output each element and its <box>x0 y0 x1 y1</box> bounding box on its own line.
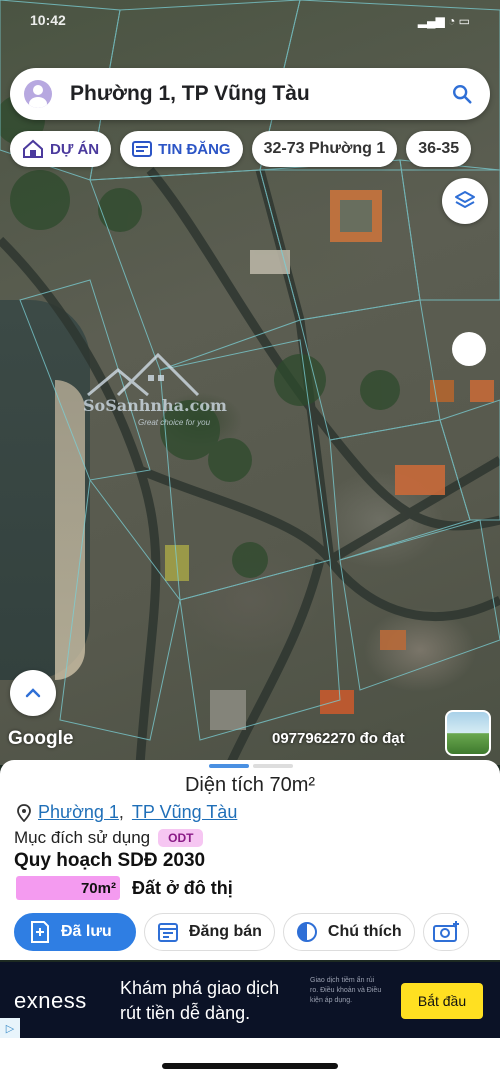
watermark-logo: SoSanhnha.com Great choice for you <box>78 350 228 427</box>
purpose-label: Mục đích sử dụng <box>14 828 151 847</box>
ad-fine-print: Giao dịch tiềm ẩn rủi ro. Điều khoản và … <box>310 977 382 1004</box>
expand-up-button[interactable] <box>10 670 56 716</box>
ad-message: Khám phá giao dịch rút tiền dễ dàng. <box>120 976 279 1026</box>
search-input[interactable]: Phường 1, TP Vũng Tàu <box>70 82 440 106</box>
ad-line-1: Khám phá giao dịch <box>120 978 280 998</box>
camera-plus-icon <box>432 921 459 942</box>
calendar-icon <box>158 923 178 942</box>
location-line: Phường 1 , TP Vũng Tàu <box>16 802 237 823</box>
chip-plot-label: 36-35 <box>418 140 460 157</box>
layers-icon <box>455 191 475 208</box>
status-time: 10:42 <box>30 12 66 28</box>
legend-button[interactable]: Chú thích <box>282 913 415 951</box>
camera-button[interactable] <box>422 913 469 951</box>
plan-area-bar: 70m² <box>16 876 120 900</box>
post-sale-label: Đăng bán <box>189 923 262 940</box>
saved-button-label: Đã lưu <box>61 923 112 940</box>
chip-plot-label: 32-73 Phường 1 <box>263 140 386 157</box>
chip-du-an[interactable]: DỰ ÁN <box>10 131 112 167</box>
chip-plot-36-35[interactable]: 36-35 <box>406 131 472 167</box>
phone-note: 0977962270 đo đạt <box>272 730 405 747</box>
layers-button[interactable] <box>442 178 488 224</box>
home-bar-area <box>0 1038 500 1080</box>
saved-button[interactable]: Đã lưu <box>14 913 136 951</box>
watermark-tagline: Great choice for you <box>138 418 211 427</box>
half-circle-icon <box>296 922 317 942</box>
ad-brand-logo: exness <box>14 988 87 1013</box>
ad-start-button[interactable]: Bắt đầu <box>401 983 483 1019</box>
chip-tin-dang-label: TIN ĐĂNG <box>158 140 231 158</box>
search-icon[interactable] <box>440 72 484 116</box>
plan-title: Quy hoạch SDĐ 2030 <box>14 850 206 871</box>
map-view[interactable]: 10:42 ▂▄▆ ◔ ▭ Phường 1, TP Vũng Tàu DỰ Á… <box>0 0 500 765</box>
ward-link[interactable]: Phường 1 <box>38 802 119 823</box>
land-use-purpose: Mục đích sử dụng ODT <box>14 828 204 848</box>
city-link[interactable]: TP Vũng Tàu <box>132 802 237 823</box>
sheet-handle[interactable] <box>209 764 293 768</box>
parcel-info-sheet: Diện tích 70m² Phường 1 , TP Vũng Tàu Mụ… <box>0 760 500 960</box>
bookmark-plus-icon <box>31 921 49 943</box>
plan-land-type: Đất ở đô thị <box>132 877 233 898</box>
google-attribution: Google <box>8 728 74 749</box>
chip-du-an-label: DỰ ÁN <box>50 140 100 158</box>
home-icon <box>23 139 43 158</box>
location-separator: , <box>118 802 124 822</box>
ad-line-2: rút tiền dễ dàng. <box>120 1003 251 1023</box>
chevron-up-icon <box>25 688 41 698</box>
plan-row: 70m² Đất ở đô thị <box>16 876 233 900</box>
post-sale-button[interactable]: Đăng bán <box>144 913 275 951</box>
action-bar: Đã lưu Đăng bán Chú thích <box>14 913 469 951</box>
ad-banner[interactable]: exness Khám phá giao dịch rút tiền dễ dà… <box>0 962 500 1038</box>
legend-label: Chú thích <box>327 923 402 940</box>
area-title: Diện tích 70m² <box>184 774 316 796</box>
home-indicator[interactable] <box>162 1063 338 1069</box>
chip-tin-dang[interactable]: TIN ĐĂNG <box>120 131 243 167</box>
chip-plot-32-73[interactable]: 32-73 Phường 1 <box>251 131 398 167</box>
location-pin-icon <box>17 803 31 822</box>
map-handle-dot[interactable] <box>452 332 486 366</box>
filter-chips: DỰ ÁN TIN ĐĂNG 32-73 Phường 1 36-35 <box>10 131 472 167</box>
ad-info-icon[interactable]: ▷ <box>0 1018 20 1038</box>
profile-thumbnail[interactable] <box>445 710 491 756</box>
avatar[interactable] <box>24 80 52 108</box>
purpose-badge: ODT <box>158 829 204 847</box>
search-bar[interactable]: Phường 1, TP Vũng Tàu <box>10 68 490 120</box>
status-icons: ▂▄▆ ◔ ▭ <box>417 14 470 28</box>
listing-icon <box>132 141 153 157</box>
watermark-brand: SoSanhnha.com <box>83 396 227 415</box>
